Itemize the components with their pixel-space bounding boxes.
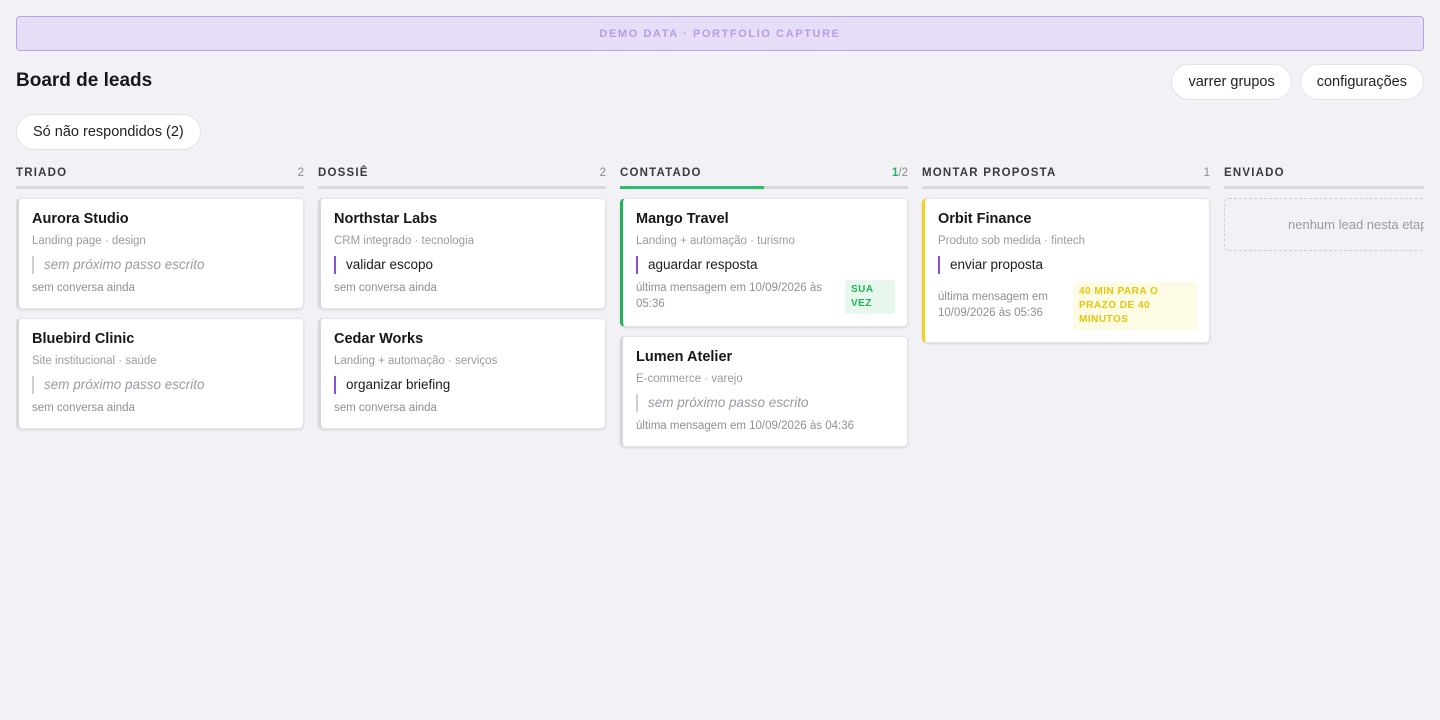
lead-card[interactable]: Aurora Studio Landing page · design sem … xyxy=(16,198,304,309)
last-message: última mensagem em 10/09/2026 às 04:36 xyxy=(636,420,854,432)
lead-subtitle: E-commerce · varejo xyxy=(636,373,743,385)
column-title: ENVIADO xyxy=(1224,167,1285,179)
last-message: sem conversa ainda xyxy=(32,402,135,414)
column-header: ENVIADO xyxy=(1224,160,1424,186)
lead-name: Cedar Works xyxy=(334,331,424,347)
lead-name: Mango Travel xyxy=(636,211,729,227)
lead-subtitle: Landing page · design xyxy=(32,235,146,247)
lead-subtitle: Landing + automação · serviços xyxy=(334,355,498,367)
empty-column-placeholder: nenhum lead nesta etapa xyxy=(1224,198,1424,251)
column-triado: TRIADO 2 Aurora Studio Landing page · de… xyxy=(16,160,304,429)
column-header: TRIADO 2 xyxy=(16,160,304,186)
lead-name: Aurora Studio xyxy=(32,211,129,227)
column-contatado: CONTATADO 1/2 Mango Travel Landing + aut… xyxy=(620,160,908,447)
lead-subtitle: Landing + automação · turismo xyxy=(636,235,795,247)
column-count: 2 xyxy=(297,167,304,179)
column-progress-bar xyxy=(1224,186,1424,189)
header-actions: varrer grupos configurações xyxy=(1171,64,1424,100)
lead-subtitle: CRM integrado · tecnologia xyxy=(334,235,474,247)
total-count: /2 xyxy=(898,167,908,179)
sweep-groups-button[interactable]: varrer grupos xyxy=(1171,64,1292,100)
lead-name: Northstar Labs xyxy=(334,211,438,227)
column-enviado: ENVIADO nenhum lead nesta etapa xyxy=(1224,160,1424,251)
deadline-badge: 40 MIN PARA O PRAZO DE 40 MINUTOS xyxy=(1073,282,1197,330)
last-message: última mensagem em 10/09/2026 às 05:36 xyxy=(636,282,823,310)
last-message: sem conversa ainda xyxy=(32,282,135,294)
next-step: sem próximo passo escrito xyxy=(32,256,291,274)
last-message: sem conversa ainda xyxy=(334,402,437,414)
lead-subtitle: Produto sob medida · fintech xyxy=(938,235,1086,247)
column-count: 1 xyxy=(1203,167,1210,179)
last-message: sem conversa ainda xyxy=(334,282,437,294)
lead-card[interactable]: Orbit Finance Produto sob medida · finte… xyxy=(922,198,1210,343)
lead-card[interactable]: Mango Travel Landing + automação · turis… xyxy=(620,198,908,327)
column-progress-bar xyxy=(620,186,908,189)
column-title: CONTATADO xyxy=(620,167,702,179)
column-progress-bar xyxy=(16,186,304,189)
next-step: sem próximo passo escrito xyxy=(32,376,291,394)
your-turn-badge: SUA VEZ xyxy=(845,280,895,314)
lead-subtitle: Site institucional · saúde xyxy=(32,355,157,367)
lead-card[interactable]: Lumen Atelier E-commerce · varejo sem pr… xyxy=(620,336,908,447)
column-header: DOSSIÊ 2 xyxy=(318,160,606,186)
column-title: TRIADO xyxy=(16,167,68,179)
column-progress-fill xyxy=(620,186,764,189)
lead-name: Lumen Atelier xyxy=(636,349,733,365)
column-montar-proposta: MONTAR PROPOSTA 1 Orbit Finance Produto … xyxy=(922,160,1210,343)
next-step: sem próximo passo escrito xyxy=(636,394,895,412)
column-title: DOSSIÊ xyxy=(318,167,369,179)
column-progress-bar xyxy=(318,186,606,189)
lead-card[interactable]: Bluebird Clinic Site institucional · saú… xyxy=(16,318,304,429)
column-count: 1/2 xyxy=(892,167,908,179)
lead-name: Orbit Finance xyxy=(938,211,1032,227)
page-title: Board de leads xyxy=(16,70,153,91)
lead-name: Bluebird Clinic xyxy=(32,331,135,347)
column-count: 2 xyxy=(599,167,606,179)
unanswered-filter-button[interactable]: Só não respondidos (2) xyxy=(16,114,201,150)
column-header: CONTATADO 1/2 xyxy=(620,160,908,186)
lead-card[interactable]: Northstar Labs CRM integrado · tecnologi… xyxy=(318,198,606,309)
column-dossie: DOSSIÊ 2 Northstar Labs CRM integrado · … xyxy=(318,160,606,429)
next-step: validar escopo xyxy=(334,256,593,274)
column-title: MONTAR PROPOSTA xyxy=(922,167,1057,179)
lead-card[interactable]: Cedar Works Landing + automação · serviç… xyxy=(318,318,606,429)
next-step: enviar proposta xyxy=(938,256,1197,274)
column-header: MONTAR PROPOSTA 1 xyxy=(922,160,1210,186)
kanban-board: TRIADO 2 Aurora Studio Landing page · de… xyxy=(16,160,1424,720)
next-step: aguardar resposta xyxy=(636,256,895,274)
next-step: organizar briefing xyxy=(334,376,593,394)
settings-button[interactable]: configurações xyxy=(1299,64,1424,100)
demo-banner: DEMO DATA · PORTFOLIO CAPTURE xyxy=(16,16,1424,51)
last-message: última mensagem em 10/09/2026 às 05:36 xyxy=(938,291,1048,319)
column-progress-bar xyxy=(922,186,1210,189)
